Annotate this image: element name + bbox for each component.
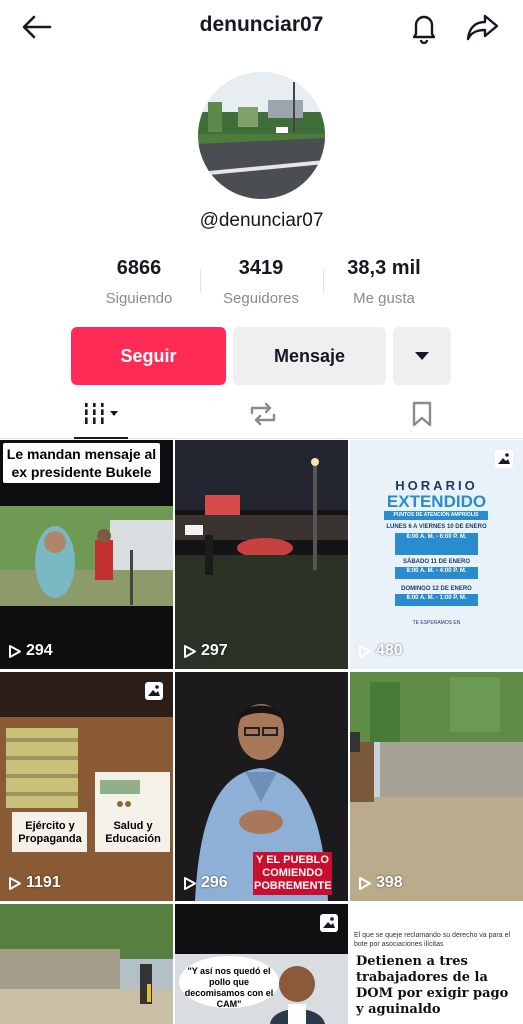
page-title: denunciar07 (199, 13, 324, 36)
poster-band: PUNTOS DE ATENCIÓN AMPRIOLIS (384, 511, 488, 520)
video-thumbnail (0, 672, 173, 901)
share-arrow-icon[interactable] (464, 10, 502, 44)
tile-label: Ejército y Propaganda (18, 820, 82, 845)
stat-followers[interactable]: 3419 Seguidores (191, 257, 331, 307)
photo-icon (145, 682, 163, 700)
stat-value: 38,3 mil (347, 257, 421, 279)
speech-bubble: "Y así nos quedó el pollo que decomisamo… (179, 956, 279, 1009)
bell-icon[interactable] (407, 10, 441, 44)
video-tile[interactable] (0, 904, 173, 1024)
video-tile[interactable]: 297 (175, 440, 348, 669)
view-count-value: 296 (201, 874, 228, 891)
view-count: 296 (183, 874, 228, 892)
stat-value: 6866 (116, 257, 162, 279)
stat-value: 3419 (238, 257, 284, 279)
poster-hours: 8:00 A. M. - 1:00 P. M. (395, 594, 478, 606)
poster-day: DOMINGO 12 DE ENERO (401, 586, 472, 592)
poster-title: HORARIO (395, 478, 478, 493)
tab-reposts[interactable] (236, 389, 290, 438)
video-thumbnail (0, 904, 173, 1024)
profile-tabs (0, 389, 523, 439)
news-headline: Detienen a tres trabajadores de la DOM p… (356, 954, 509, 1017)
photo-icon (495, 450, 513, 468)
profile-handle: @denunciar07 (199, 210, 324, 231)
video-thumbnail (175, 440, 348, 669)
caret-down-icon (415, 352, 429, 360)
view-count-value: 297 (201, 642, 228, 659)
bookmark-icon (412, 401, 432, 426)
video-tile[interactable]: "Y así nos quedó el pollo que decomisamo… (175, 904, 348, 1024)
view-count: 1191 (8, 874, 61, 892)
poster-subtitle: EXTENDIDO (386, 492, 487, 511)
video-grid: Le mandan mensaje al ex presidente Bukel… (0, 440, 523, 1024)
view-count: 294 (8, 642, 53, 660)
video-tile[interactable]: HORARIO EXTENDIDO PUNTOS DE ATENCIÓN AMP… (350, 440, 523, 669)
photo-icon (320, 914, 338, 932)
video-tile[interactable]: Le mandan mensaje al ex presidente Bukel… (0, 440, 173, 669)
view-count-value: 398 (376, 874, 403, 891)
repost-icon (250, 402, 276, 425)
video-thumbnail (350, 672, 523, 901)
stat-following[interactable]: 6866 Siguiendo (69, 257, 209, 307)
video-tile[interactable]: Ejército y Propaganda Salud y Educación … (0, 672, 173, 901)
play-outline-icon (9, 644, 21, 658)
view-count: 480 (358, 642, 403, 660)
video-tile[interactable]: El que se queje reclamando su derecho va… (350, 904, 523, 1024)
video-tile[interactable]: Y EL PUEBLO COMIENDO POBREMENTE 296 (175, 672, 348, 901)
video-caption: Le mandan mensaje al ex presidente Bukel… (3, 443, 160, 483)
poster-day: LUNES 6 A VIERNES 10 DE ENERO (386, 524, 487, 530)
view-count: 297 (183, 642, 228, 660)
play-outline-icon (359, 876, 371, 890)
play-outline-icon (184, 876, 196, 890)
play-outline-icon (359, 644, 371, 658)
news-kicker: El que se queje reclamando su derecho va… (354, 932, 511, 948)
stat-label: Me gusta (353, 290, 415, 307)
video-tile[interactable]: 398 (350, 672, 523, 901)
view-count-value: 480 (376, 642, 403, 659)
poster-footer: TE ESPERAMOS EN (412, 620, 461, 626)
view-count: 398 (358, 874, 403, 892)
more-options-button[interactable] (393, 327, 451, 385)
stat-label: Seguidores (223, 290, 299, 307)
view-count-value: 294 (26, 642, 53, 659)
grid-bars-icon (83, 402, 118, 424)
avatar[interactable] (198, 72, 325, 199)
message-button[interactable]: Mensaje (233, 327, 386, 385)
profile-stats: 6866 Siguiendo 3419 Seguidores 38,3 mil … (0, 257, 523, 315)
poster-hours: 8:00 A. M. - 6:00 P. M. (395, 533, 478, 555)
play-outline-icon (184, 644, 196, 658)
tab-videos[interactable] (74, 389, 128, 439)
stat-likes: 38,3 mil Me gusta (314, 257, 454, 307)
avatar-image (198, 72, 325, 199)
tab-saved[interactable] (395, 389, 449, 438)
play-outline-icon (9, 876, 21, 890)
top-bar: denunciar07 (0, 0, 523, 52)
stat-label: Siguiendo (105, 290, 173, 307)
tile-tag: Y EL PUEBLO COMIENDO POBREMENTE (253, 852, 332, 895)
follow-button[interactable]: Seguir (71, 327, 226, 385)
tile-label: Salud y Educación (105, 820, 161, 845)
poster-day: SÁBADO 11 DE ENERO (402, 559, 471, 565)
view-count-value: 1191 (26, 874, 61, 891)
poster-hours: 8:00 A. M. - 4:00 P. M. (395, 567, 478, 579)
